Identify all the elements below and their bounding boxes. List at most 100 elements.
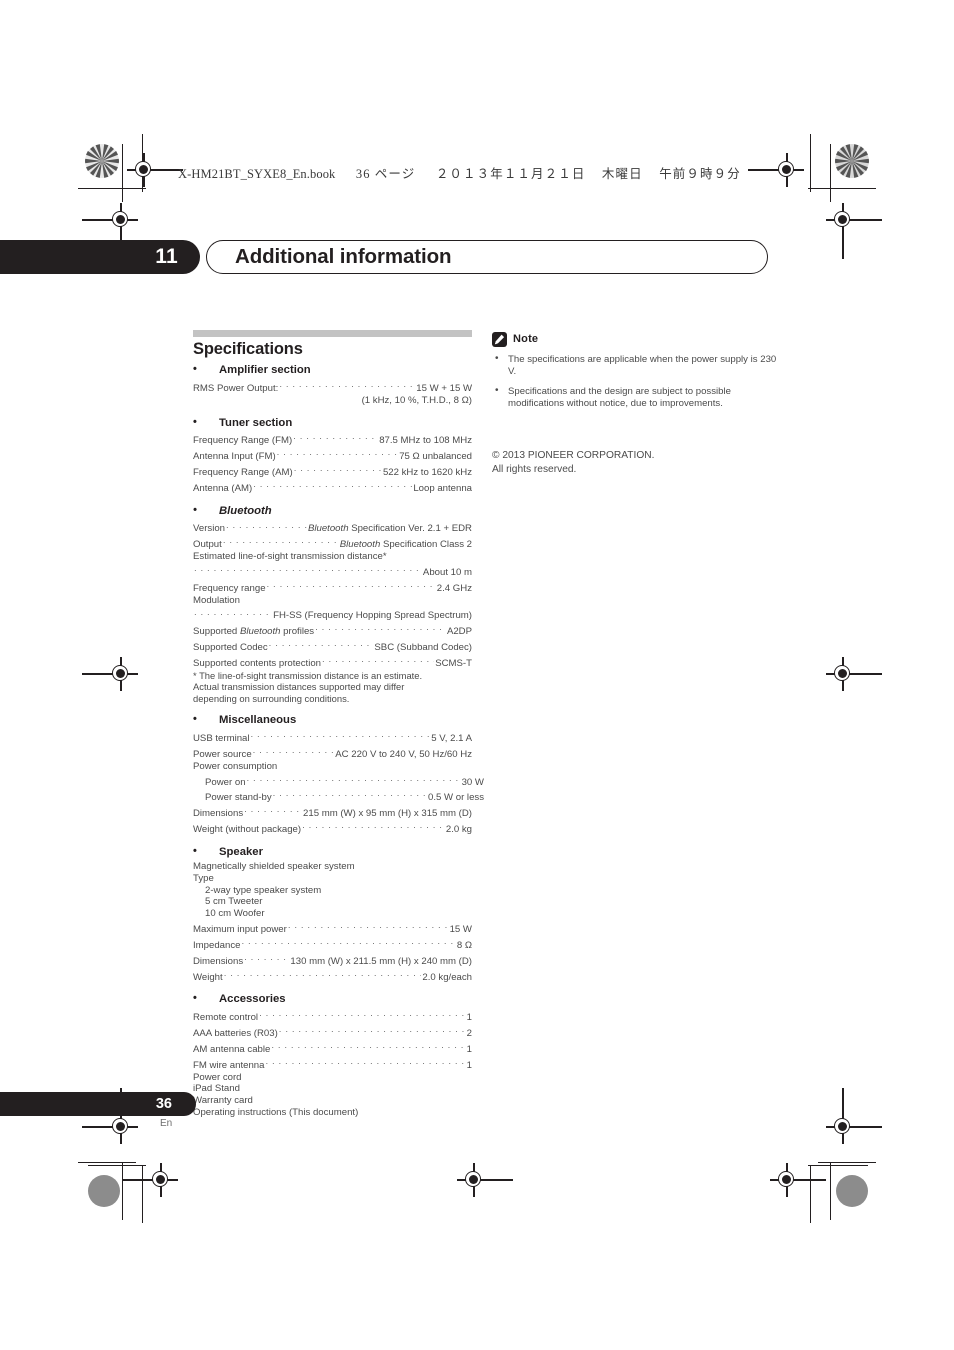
dot-leader xyxy=(322,654,434,666)
spec-label: Power source xyxy=(193,748,252,760)
registration-target-bottom-center xyxy=(457,1163,513,1197)
registration-target-mid-right xyxy=(826,657,882,691)
spec-label: Frequency Range (FM) xyxy=(193,435,293,447)
spec-value: About 10 m xyxy=(422,566,472,578)
registration-target-bottom-left xyxy=(122,1163,178,1197)
specifications-heading: Specifications xyxy=(193,340,303,358)
header-filename: X-HM21BT_SYXE8_En.book xyxy=(178,167,336,181)
chapter-number: 11 xyxy=(155,245,178,268)
spec-value: SBC (Subband Codec) xyxy=(374,642,472,653)
spec-value: 30 W xyxy=(461,776,484,788)
spec-label: Dimensions xyxy=(193,808,244,820)
page-language-code: En xyxy=(160,1118,173,1129)
spec-section-heading: Miscellaneous xyxy=(193,714,472,727)
spec-value: 15 W xyxy=(449,924,472,936)
spec-text-line: depending on surrounding conditions. xyxy=(193,692,350,704)
note-item: The specifications are applicable when t… xyxy=(492,353,778,379)
spec-value: 2 xyxy=(466,1028,472,1040)
dot-leader xyxy=(294,463,382,475)
registration-target-mid-left xyxy=(82,657,138,691)
dot-leader xyxy=(247,773,461,785)
dot-leader xyxy=(288,920,449,932)
spec-text-line: * The line-of-sight transmission distanc… xyxy=(193,669,423,681)
header-weekday: 木曜日 xyxy=(601,167,643,181)
spec-value: FH-SS (Frequency Hopping Spread Spectrum… xyxy=(273,610,472,622)
spec-text-line: 2-way type speaker system xyxy=(205,884,322,896)
spec-label: Power stand-by xyxy=(205,792,272,804)
radial-star-icon xyxy=(85,144,119,178)
spec-label: AM antenna cable xyxy=(193,1043,271,1055)
header-page-label: 36 ページ xyxy=(355,167,416,181)
registration-target-top-right xyxy=(748,153,804,187)
dot-leader xyxy=(279,379,415,391)
spec-label: Maximum input power xyxy=(193,924,287,936)
spec-value: 215 mm (W) x 95 mm (H) x 315 mm (D) xyxy=(303,808,472,820)
italic-term: Bluetooth xyxy=(307,523,349,535)
spec-row: Frequency range 2.4 GHz xyxy=(193,579,472,595)
note-list: The specifications are applicable when t… xyxy=(492,353,778,411)
spec-label: FM wire antenna xyxy=(193,1059,265,1071)
spec-text-line: Power consumption xyxy=(193,760,278,772)
spec-value: 0.5 W or less xyxy=(428,792,484,804)
spec-row: FM wire antenna 1 xyxy=(193,1056,472,1072)
spec-row: Version Bluetooth Specification Ver. 2.1 … xyxy=(193,520,472,536)
spec-label: Impedance xyxy=(193,939,241,951)
spec-value: 87.5 MHz to 108 MHz xyxy=(379,435,472,447)
density-dot-target-bottom-right xyxy=(836,1175,868,1207)
spec-value: Bluetooth Specification Class 2 xyxy=(339,539,472,551)
page-title: Additional information xyxy=(235,245,452,268)
spec-text-line: (1 kHz, 10 %, T.H.D., 8 Ω) xyxy=(361,394,472,406)
spec-row: AAA batteries (R03) 2 xyxy=(193,1024,472,1040)
dot-leader xyxy=(259,1008,466,1020)
radial-star-icon xyxy=(835,144,869,178)
spec-row: About 10 m xyxy=(193,563,472,579)
spec-label: Antenna Input (FM) xyxy=(193,451,276,463)
spec-row: FH-SS (Frequency Hopping Spread Spectrum… xyxy=(193,607,472,623)
spec-row: USB terminal 5 V, 2.1 A xyxy=(193,729,472,745)
spec-section-heading: Speaker xyxy=(193,846,472,859)
registration-target-top-left xyxy=(127,153,183,187)
spec-text-line: Actual transmission distances supported … xyxy=(193,681,405,693)
dot-leader xyxy=(279,1024,466,1036)
spec-row: Weight 2.0 kg/each xyxy=(193,968,472,984)
spec-value: 522 kHz to 1620 kHz xyxy=(382,466,472,478)
note-item: Specifications and the design are subjec… xyxy=(492,385,778,411)
spec-label: Version xyxy=(193,523,225,535)
dot-leader xyxy=(269,638,374,650)
header-time: 午前９時９分 xyxy=(659,167,741,181)
dot-leader xyxy=(253,479,412,491)
spec-row: Supported Codec SBC (Subband Codec) xyxy=(193,638,472,654)
copyright-line-1: © 2013 PIONEER CORPORATION. xyxy=(492,449,655,461)
spec-row: Supported Bluetooth profiles A2DP xyxy=(193,622,472,638)
spec-row: AM antenna cable 1 xyxy=(193,1040,472,1056)
spec-row: Maximum input power 15 W xyxy=(193,920,472,936)
dot-leader xyxy=(244,952,289,964)
spec-label: RMS Power Output: xyxy=(193,382,279,394)
spec-label: Remote control xyxy=(193,1012,259,1024)
spec-value: Loop antenna xyxy=(413,482,472,494)
spec-label: Output xyxy=(193,539,222,551)
italic-term: Bluetooth xyxy=(239,626,281,638)
copyright-line-2: All rights reserved. xyxy=(492,463,577,475)
note-header: Note xyxy=(492,332,778,347)
spec-row: Dimensions 130 mm (W) x 211.5 mm (H) x 24… xyxy=(193,952,472,968)
spec-text-line: Modulation xyxy=(193,594,240,606)
dot-leader xyxy=(194,607,272,619)
pencil-glyph xyxy=(494,334,505,345)
spec-row: Output Bluetooth Specification Class 2 xyxy=(193,535,472,551)
specifications-column: Specifications Amplifier section RMS Powe… xyxy=(193,330,484,1119)
note-pencil-icon xyxy=(492,332,507,347)
dot-leader xyxy=(253,745,335,757)
spec-label: Supported Codec xyxy=(193,642,268,653)
dot-leader xyxy=(226,520,307,532)
density-star-target-top-right xyxy=(835,143,869,179)
spec-value: 2.0 kg/each xyxy=(422,971,472,983)
spec-section-heading: Amplifier section xyxy=(193,364,472,377)
registration-target-bottom-right xyxy=(770,1163,826,1197)
spec-text-line: Type xyxy=(193,872,214,884)
running-header: X-HM21BT_SYXE8_En.book 36 ページ ２０１３年１１月２１… xyxy=(178,163,741,182)
page-footer: 36 xyxy=(0,1092,196,1116)
spec-value: Bluetooth Specification Ver. 2.1 + EDR xyxy=(307,523,472,535)
spec-text-line: Warranty card xyxy=(193,1095,253,1107)
spec-section-heading: Tuner section xyxy=(193,417,472,430)
